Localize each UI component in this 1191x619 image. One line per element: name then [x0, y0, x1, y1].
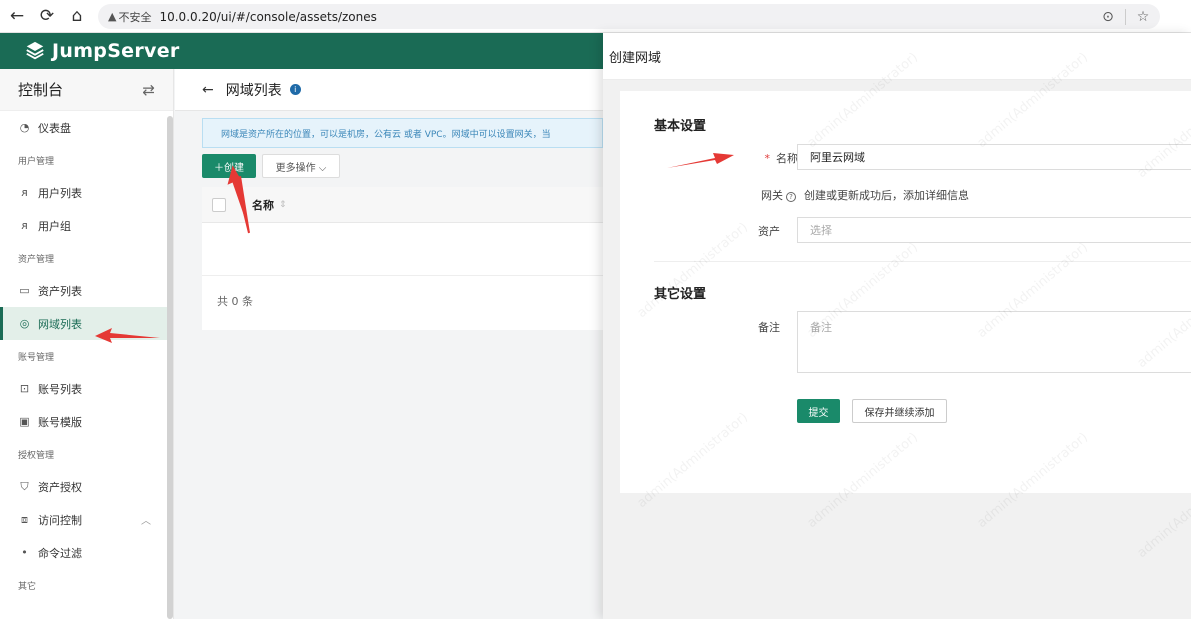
sidebar-item-access-control[interactable]: ⧈ 访问控制 ︿ — [0, 503, 173, 536]
table-header: 名称 ⇕ — [202, 187, 603, 223]
jumpserver-logo-icon — [26, 41, 44, 60]
sidebar-group-permissions: 授权管理 — [18, 450, 55, 461]
comment-textarea[interactable]: 备注 — [797, 311, 1191, 373]
assets-select[interactable]: 选择 — [797, 217, 1191, 243]
section-divider — [654, 261, 1191, 262]
sidebar-item-label: 命令过滤 — [38, 546, 82, 560]
sidebar-group-assets: 资产管理 — [18, 254, 55, 265]
sidebar-item-label: 资产列表 — [38, 284, 82, 298]
address-divider — [1125, 9, 1126, 25]
refresh-button[interactable]: ⟳ — [34, 3, 60, 29]
section-basic-settings: 基本设置 — [654, 119, 707, 134]
warning-icon: ▲ — [108, 10, 117, 23]
url-text[interactable]: 10.0.0.20/ui/#/console/assets/zones — [159, 10, 376, 24]
sidebar-item-label: 账号列表 — [38, 382, 82, 396]
lock-icon: ⊡ — [19, 382, 30, 395]
submit-button[interactable]: 提交 — [797, 399, 840, 423]
sidebar-item-account-list[interactable]: ⊡ 账号列表 — [0, 372, 173, 405]
app-header: JumpServer — [0, 33, 603, 69]
back-arrow-icon[interactable]: ← — [202, 82, 214, 98]
switch-icon[interactable]: ⇄ — [142, 81, 155, 99]
chevron-up-icon: ︿ — [141, 516, 151, 527]
sidebar-item-asset-list[interactable]: ▭ 资产列表 — [0, 274, 173, 307]
template-icon: ▣ — [19, 415, 30, 428]
sidebar-item-label: 用户列表 — [38, 186, 82, 200]
access-icon: ⧈ — [21, 512, 28, 526]
create-button[interactable]: ＋创建 — [202, 154, 256, 178]
gateway-help-text: 创建或更新成功后，添加详细信息 — [804, 189, 969, 202]
drawer-title: 创建网域 — [603, 33, 1191, 80]
sidebar-item-user-group[interactable]: ᴙ 用户组 — [0, 209, 173, 242]
sidebar-group-other: 其它 — [18, 581, 37, 592]
user-group-icon: ᴙ — [21, 219, 28, 232]
name-label: * 名称 — [710, 150, 799, 166]
back-arrow-icon: ← — [9, 6, 25, 26]
shield-icon: ⛉ — [20, 479, 29, 493]
home-button[interactable]: ⌂ — [64, 3, 90, 29]
main-content: ← 网域列表 i 网域是资产所在的位置，可以是机房，公有云 或者 VPC。网域中… — [175, 69, 603, 619]
sidebar-title: 控制台 — [18, 81, 64, 99]
create-zone-drawer: 创建网域 基本设置 * 名称 阿里云网域 网关? 创建或更新成功后，添加详细信息 … — [603, 33, 1191, 619]
dashboard-icon: ◔ — [19, 121, 30, 134]
comment-label: 备注 — [758, 321, 780, 334]
user-icon: ᴙ — [21, 186, 28, 199]
empty-table-body — [202, 223, 603, 276]
name-label-text: 名称 — [776, 152, 798, 165]
sidebar-item-label: 网域列表 — [38, 317, 82, 331]
name-input[interactable]: 阿里云网域 — [797, 144, 1191, 170]
sidebar-item-label: 资产授权 — [38, 480, 82, 494]
zone-icon: ◎ — [19, 317, 30, 330]
monitor-icon: ▭ — [19, 284, 30, 297]
logo-text: JumpServer — [52, 40, 180, 62]
browser-toolbar: ← ⟳ ⌂ ▲ 不安全 10.0.0.20/ui/#/console/asset… — [0, 0, 1191, 33]
sidebar-item-user-list[interactable]: ᴙ 用户列表 — [0, 176, 173, 209]
sidebar-item-label: 访问控制 — [38, 513, 82, 527]
help-icon[interactable]: ? — [786, 192, 796, 202]
save-and-continue-button[interactable]: 保存并继续添加 — [852, 399, 947, 423]
info-tip: 网域是资产所在的位置，可以是机房，公有云 或者 VPC。网域中可以设置网关，当 — [202, 118, 603, 148]
address-bar[interactable]: ▲ 不安全 10.0.0.20/ui/#/console/assets/zone… — [98, 4, 1160, 29]
assets-label: 资产 — [758, 225, 780, 238]
back-button[interactable]: ← — [4, 3, 30, 29]
sidebar-item-dashboard[interactable]: ◔ 仪表盘 — [0, 111, 173, 144]
section-other-settings: 其它设置 — [654, 287, 707, 302]
info-icon[interactable]: i — [289, 84, 301, 95]
sort-icon[interactable]: ⇕ — [279, 200, 287, 210]
select-all-checkbox[interactable] — [212, 197, 226, 212]
required-mark: * — [764, 152, 771, 165]
more-actions-button[interactable]: 更多操作 ⌵ — [262, 154, 340, 178]
sidebar-group-users: 用户管理 — [18, 156, 55, 167]
home-icon: ⌂ — [71, 6, 83, 26]
page-title: 网域列表 — [225, 82, 282, 99]
sidebar-item-zone-list[interactable]: ◎ 网域列表 — [0, 307, 173, 340]
sidebar-item-label: 用户组 — [38, 219, 71, 233]
dot-icon: • — [21, 546, 28, 559]
security-label[interactable]: 不安全 — [118, 9, 151, 25]
sidebar-item-asset-permission[interactable]: ⛉ 资产授权 — [0, 470, 173, 503]
sidebar-header: 控制台 ⇄ — [0, 69, 173, 111]
sidebar-scrollbar[interactable] — [167, 116, 173, 619]
refresh-icon: ⟳ — [39, 6, 55, 26]
sidebar-item-label: 账号模版 — [38, 415, 82, 429]
gateway-label: 网关? — [710, 187, 796, 203]
sidebar-item-command-filter[interactable]: • 命令过滤 — [0, 536, 173, 569]
reader-icon[interactable]: ⊙ — [1097, 6, 1119, 28]
column-header-name[interactable]: 名称 — [252, 197, 274, 213]
sidebar: 控制台 ⇄ ◔ 仪表盘 用户管理 ᴙ 用户列表 ᴙ 用户组 资产管理 ▭ 资产列… — [0, 69, 174, 619]
zone-table: 名称 ⇕ 共 0 条 — [202, 187, 603, 330]
page-header: ← 网域列表 i — [175, 69, 603, 111]
sidebar-group-accounts: 账号管理 — [18, 352, 55, 363]
total-count: 共 0 条 — [217, 295, 253, 308]
zone-form: 基本设置 * 名称 阿里云网域 网关? 创建或更新成功后，添加详细信息 资产 选择… — [620, 91, 1191, 493]
star-icon[interactable]: ☆ — [1132, 6, 1154, 28]
gateway-label-text: 网关 — [761, 189, 783, 202]
sidebar-item-label: 仪表盘 — [38, 121, 71, 135]
sidebar-item-account-template[interactable]: ▣ 账号模版 — [0, 405, 173, 438]
logo[interactable]: JumpServer — [24, 40, 180, 62]
